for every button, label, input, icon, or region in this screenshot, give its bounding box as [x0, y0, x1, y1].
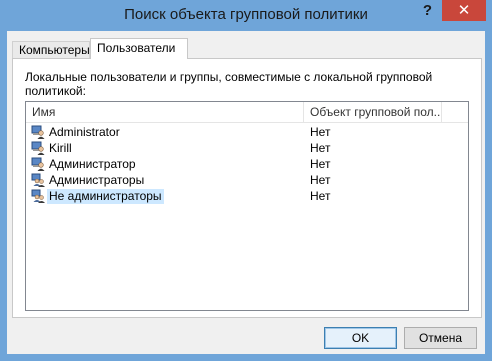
list-item[interactable]: Администратор Нет	[26, 156, 468, 172]
list-item[interactable]: Администраторы Нет	[26, 172, 468, 188]
close-button[interactable]: ✕	[442, 0, 486, 21]
list-item-name: Администраторы	[49, 172, 145, 187]
dialog-client-area: Компьютеры Пользователи Локальные пользо…	[7, 31, 485, 354]
list-item-gpo: Нет	[310, 189, 331, 203]
tab-computers[interactable]: Компьютеры	[12, 41, 90, 58]
list-item-name-cell: Kirill	[31, 140, 74, 156]
title-bar[interactable]: Поиск объекта групповой политики ? ✕	[0, 0, 492, 31]
list-item-name-cell: Administrator	[31, 124, 122, 140]
list-item-name-cell: Администраторы	[31, 172, 146, 188]
tab-users[interactable]: Пользователи	[90, 38, 188, 59]
list-item[interactable]: Administrator Нет	[26, 124, 468, 140]
list-item-name: Administrator	[49, 124, 120, 139]
column-header-gpo[interactable]: Объект групповой пол...	[304, 102, 442, 122]
group-icon	[31, 189, 45, 203]
description-text: Локальные пользователи и группы, совмест…	[25, 70, 433, 98]
list-item-name: Kirill	[49, 140, 72, 155]
list-item[interactable]: Kirill Нет	[26, 140, 468, 156]
list-item-gpo: Нет	[310, 157, 331, 171]
list-item-gpo: Нет	[310, 173, 331, 187]
cancel-button[interactable]: Отмена	[404, 327, 477, 349]
users-list[interactable]: Имя Объект групповой пол... Administrato…	[25, 101, 469, 311]
column-header-name[interactable]: Имя	[26, 102, 304, 122]
list-item-gpo: Нет	[310, 125, 331, 139]
list-item-name-cell: Администратор	[31, 156, 138, 172]
user-icon	[31, 125, 45, 139]
list-item-name: Администратор	[49, 156, 136, 171]
dialog-window: Поиск объекта групповой политики ? ✕ Ком…	[0, 0, 492, 361]
tab-panel: Локальные пользователи и группы, совмест…	[12, 58, 482, 318]
user-icon	[31, 141, 45, 155]
list-item-gpo: Нет	[310, 141, 331, 155]
list-header: Имя Объект групповой пол...	[26, 102, 468, 123]
ok-button[interactable]: OK	[324, 327, 397, 349]
list-item[interactable]: Не администраторы Нет	[26, 188, 468, 204]
list-item-name-cell: Не администраторы	[31, 188, 164, 204]
help-button[interactable]: ?	[414, 0, 441, 21]
group-icon	[31, 173, 45, 187]
list-item-name: Не администраторы	[47, 188, 164, 204]
user-icon	[31, 157, 45, 171]
